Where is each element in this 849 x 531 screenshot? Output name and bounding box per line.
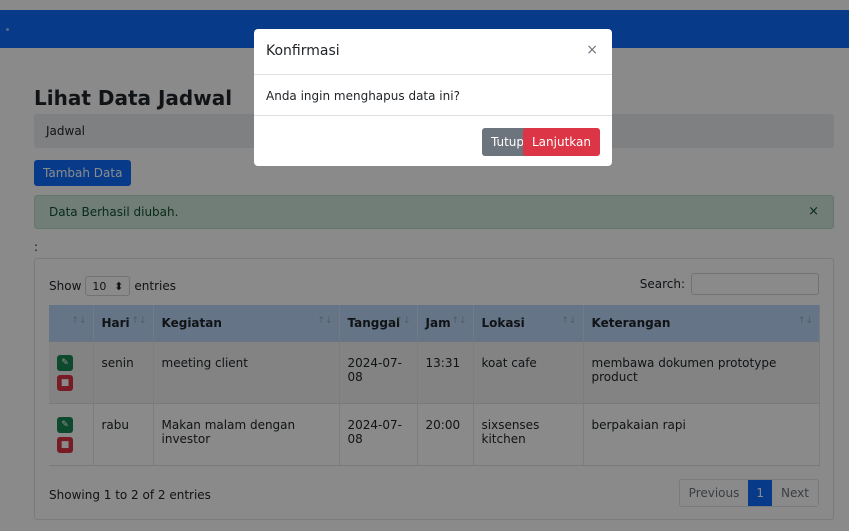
close-icon[interactable]: × — [586, 42, 598, 58]
modal-title: Konfirmasi — [266, 43, 340, 59]
continue-button[interactable]: Lanjutkan — [523, 128, 600, 156]
confirm-modal: Konfirmasi × Anda ingin menghapus data i… — [254, 29, 612, 166]
modal-body: Anda ingin menghapus data ini? — [254, 75, 612, 116]
modal-header: Konfirmasi × — [254, 29, 612, 75]
modal-footer: Tutup Lanjutkan — [254, 116, 612, 166]
